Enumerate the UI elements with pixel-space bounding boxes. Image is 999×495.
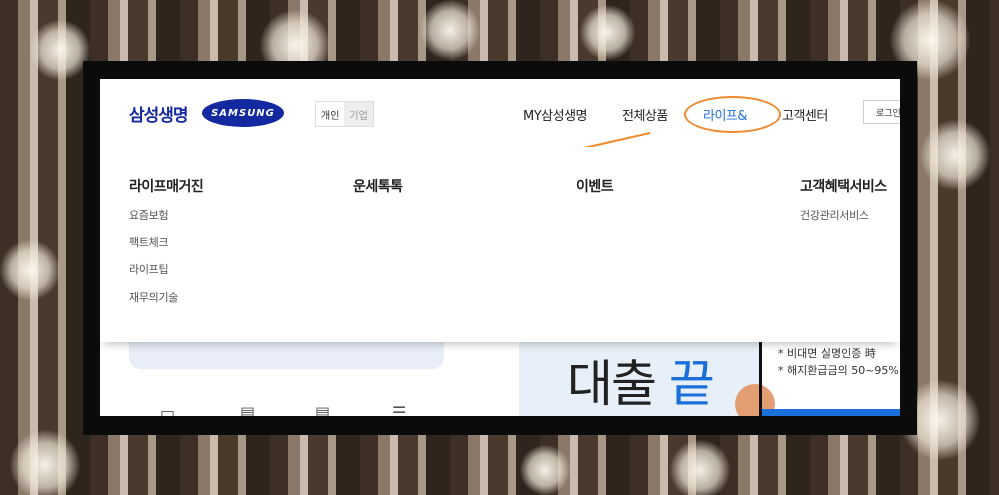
banner-text-highlight: 끝 xyxy=(668,355,715,413)
browser-viewport: 삼성생명 SAMSUNG 개인 기업 MY삼성생명 전체상품 라이프& 고객센터… xyxy=(100,79,900,416)
bag-icon[interactable]: ▭ xyxy=(160,403,175,416)
banner-headline: 대출 끝 xyxy=(567,344,715,416)
action-bar[interactable] xyxy=(762,409,900,416)
menu-event[interactable]: 이벤트 xyxy=(576,176,614,196)
menu-customer-benefits[interactable]: 고객혜택서비스 xyxy=(800,176,887,196)
menu-item-finance-skills[interactable]: 재무의기술 xyxy=(129,289,178,305)
stack-icon[interactable]: ☰ xyxy=(392,403,406,416)
customer-type-toggle[interactable]: 개인 기업 xyxy=(315,101,374,127)
samsung-brand-logo[interactable]: SAMSUNG xyxy=(202,99,284,127)
document-icon[interactable]: ▤ xyxy=(240,403,255,416)
divider xyxy=(759,334,762,416)
nav-my-samsung-life[interactable]: MY삼성생명 xyxy=(523,105,588,124)
menu-life-magazine[interactable]: 라이프매거진 xyxy=(129,176,204,196)
mega-menu: 라이프매거진 요즘보험 팩트체크 라이프팁 재무의기술 운세톡톡 이벤트 고객혜… xyxy=(100,147,900,342)
highlight-ellipse-nav xyxy=(684,96,781,133)
login-button[interactable]: 로그인 xyxy=(863,100,900,124)
menu-item-health-service[interactable]: 건강관리서비스 xyxy=(800,207,869,223)
banner-text-main: 대출 xyxy=(567,355,657,413)
menu-item-fact-check[interactable]: 팩트체크 xyxy=(129,234,169,250)
menu-item-life-tip[interactable]: 라이프팁 xyxy=(129,261,169,277)
nav-all-products[interactable]: 전체상품 xyxy=(622,105,668,124)
corporate-tab[interactable]: 기업 xyxy=(344,102,373,126)
loan-banner[interactable]: 대출 끝 xyxy=(519,334,775,416)
document-icon[interactable]: ▤ xyxy=(315,403,330,416)
banner-notes: * 비대면 실명인증 時 * 해지환급금의 50~95% xyxy=(778,345,899,379)
note-1: * 비대면 실명인증 時 xyxy=(778,347,876,360)
personal-tab[interactable]: 개인 xyxy=(316,102,345,126)
samsung-life-logo[interactable]: 삼성생명 xyxy=(129,101,189,126)
menu-item-insurance-today[interactable]: 요즘보험 xyxy=(129,207,169,223)
menu-fortune-talk[interactable]: 운세톡톡 xyxy=(353,176,403,196)
nav-customer-center[interactable]: 고객센터 xyxy=(782,105,828,124)
note-2: * 해지환급금의 50~95% xyxy=(778,364,899,377)
